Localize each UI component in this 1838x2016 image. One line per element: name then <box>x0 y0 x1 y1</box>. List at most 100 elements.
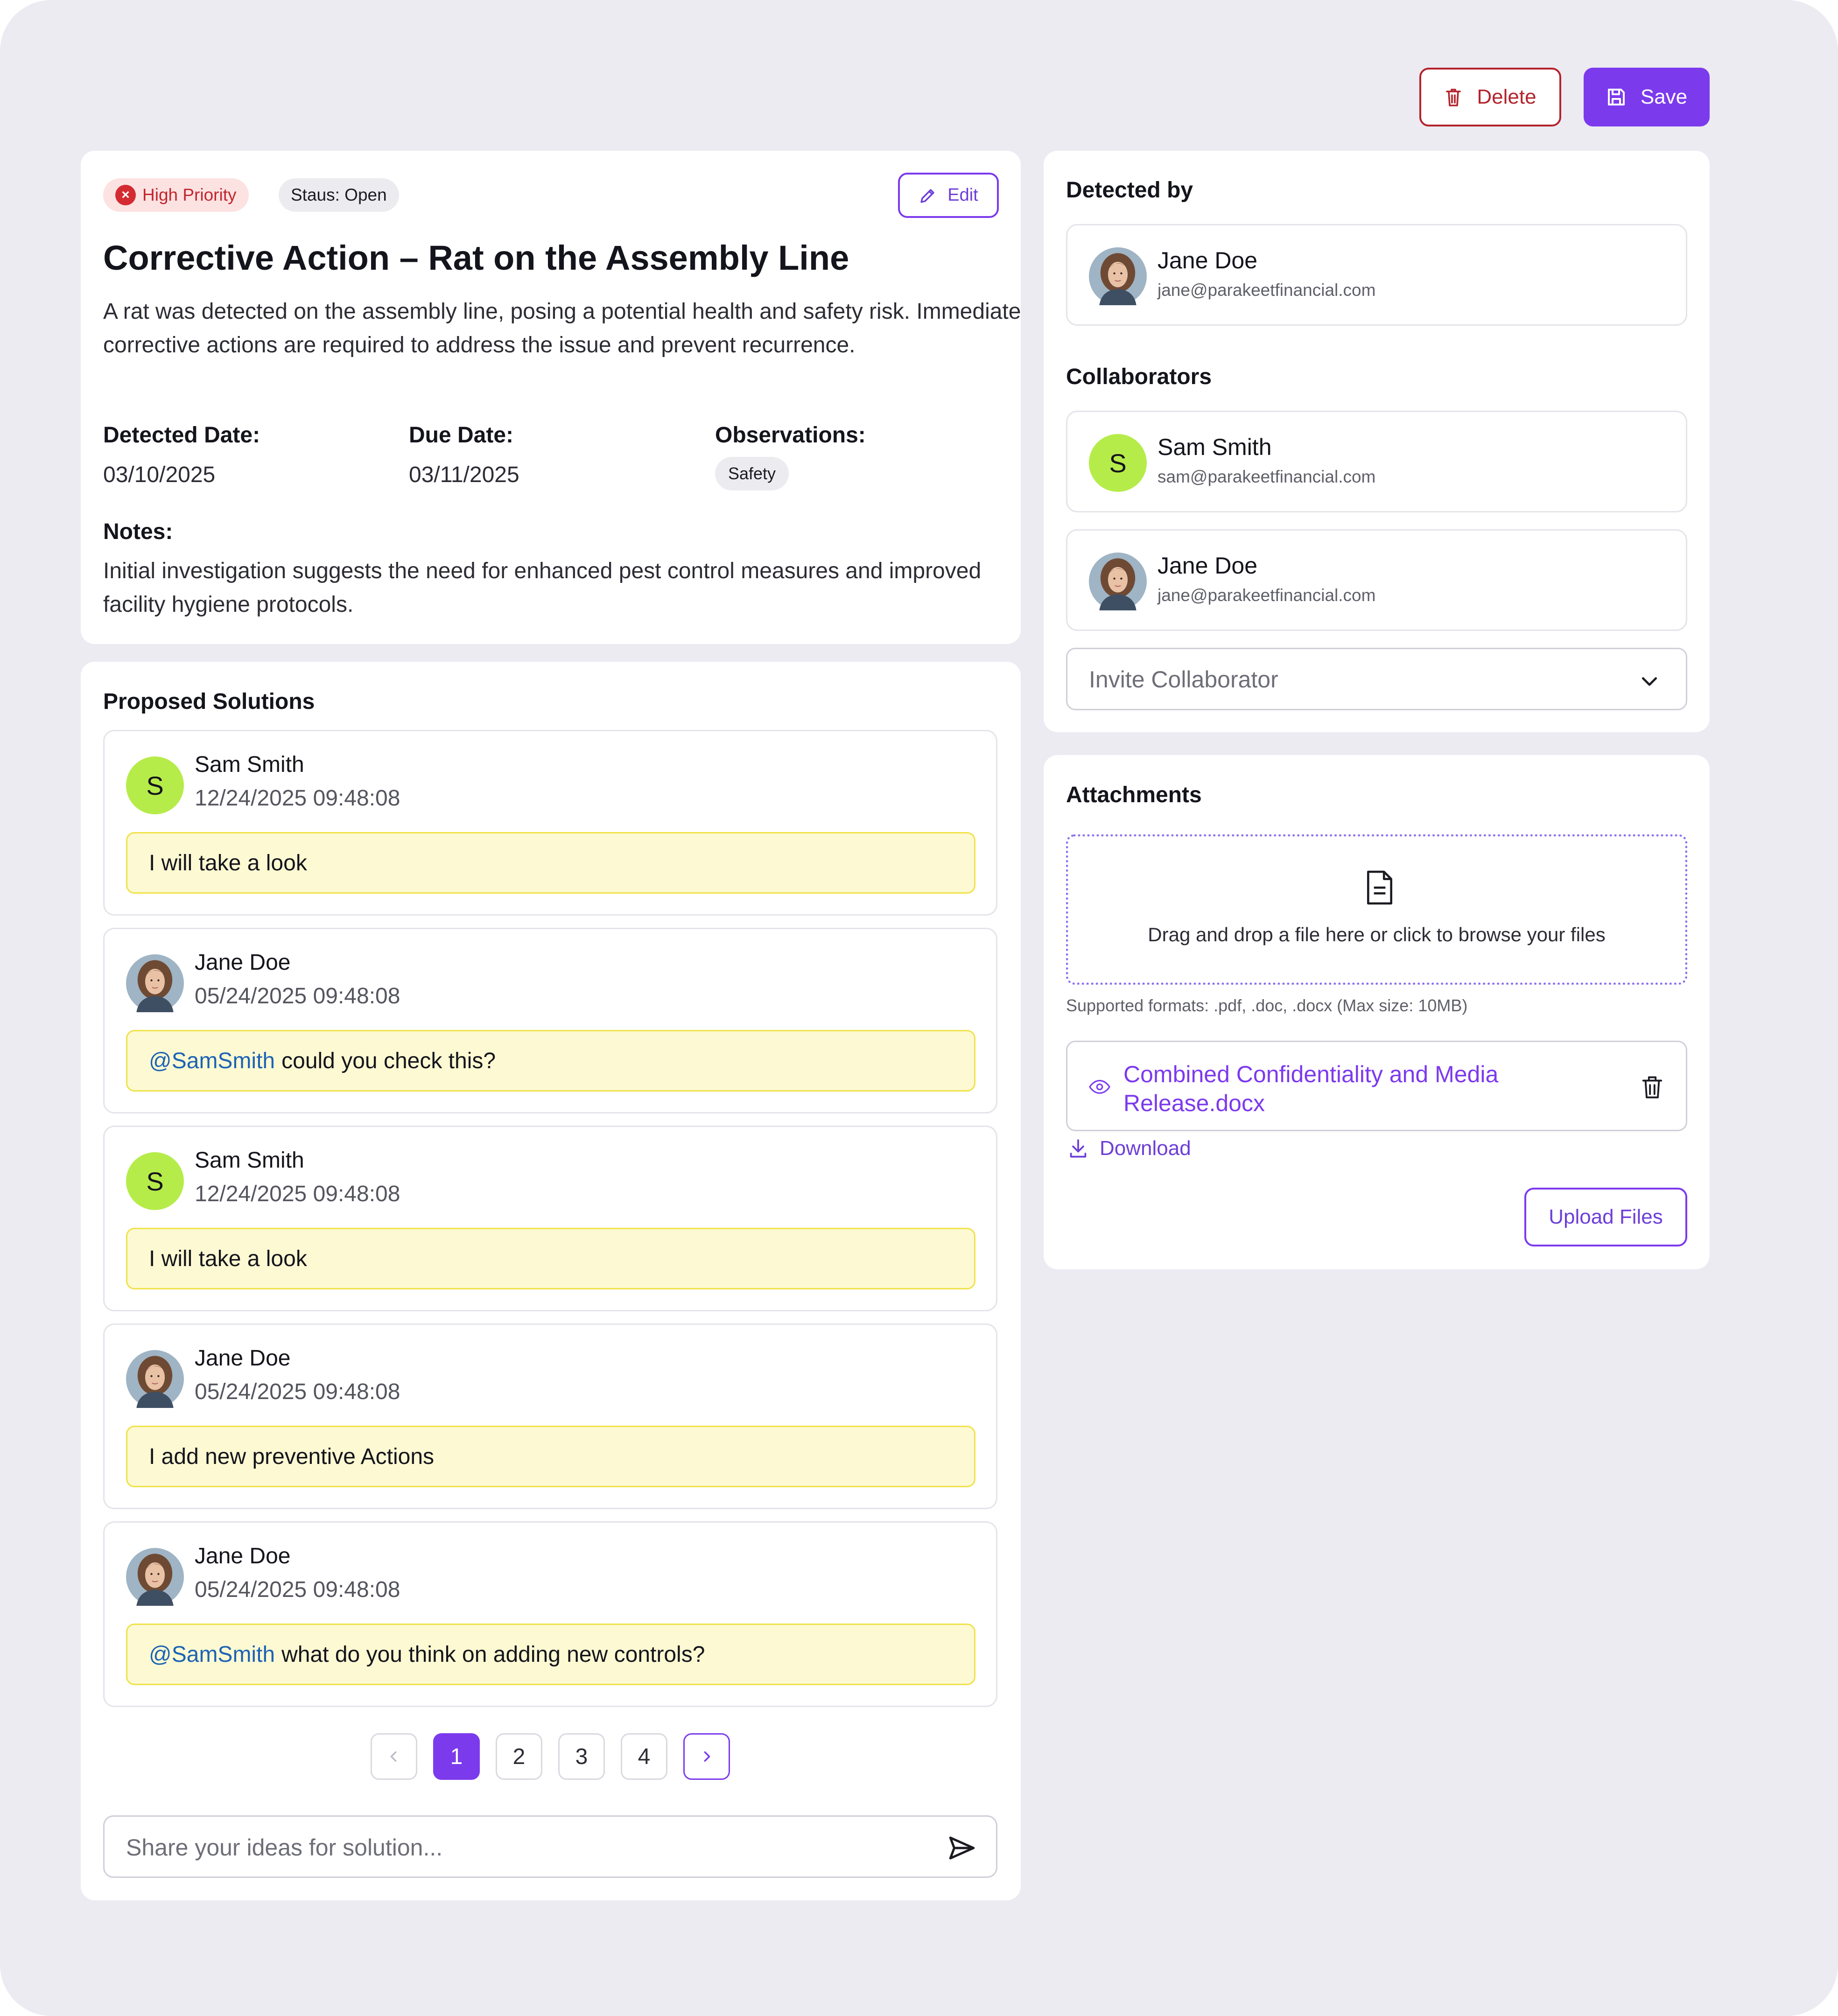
mention-link[interactable]: @SamSmith <box>149 1048 275 1074</box>
avatar: S <box>126 1152 184 1210</box>
comment-bubble: I will take a look <box>126 1228 975 1289</box>
avatar: S <box>1089 434 1147 492</box>
comment-text: I will take a look <box>149 1246 307 1271</box>
download-label: Download <box>1100 1137 1191 1160</box>
upload-files-label: Upload Files <box>1549 1205 1663 1228</box>
next-page-button[interactable] <box>683 1733 730 1780</box>
chevron-down-icon <box>1642 677 1657 686</box>
save-button[interactable]: Save <box>1584 68 1710 126</box>
due-date-label: Due Date: <box>409 423 514 448</box>
detected-date-value: 03/10/2025 <box>103 462 216 487</box>
page-button-3[interactable]: 3 <box>558 1733 605 1780</box>
comment-bubble: I add new preventive Actions <box>126 1426 975 1487</box>
error-circle-icon: × <box>115 185 136 205</box>
list-item: Jane Doe 05/24/2025 09:48:08 I add new p… <box>103 1323 997 1509</box>
avatar <box>126 1548 184 1606</box>
file-dropzone[interactable]: Drag and drop a file here or click to br… <box>1066 834 1687 985</box>
observation-tag: Safety <box>715 457 789 490</box>
page-title: Corrective Action – Rat on the Assembly … <box>103 238 849 277</box>
comment-author: Sam Smith <box>195 752 304 777</box>
comment-author: Jane Doe <box>195 1544 291 1568</box>
delete-button[interactable]: Delete <box>1419 68 1561 126</box>
upload-files-button[interactable]: Upload Files <box>1524 1188 1687 1246</box>
collaborator-item: S Sam Smith sam@parakeetfinancial.com <box>1066 411 1687 512</box>
person-name: Jane Doe <box>1158 247 1258 273</box>
download-icon <box>1070 1139 1087 1158</box>
due-date-value: 03/11/2025 <box>409 462 519 487</box>
avatar <box>1089 553 1147 610</box>
save-button-label: Save <box>1640 85 1688 108</box>
comment-bubble: @SamSmith what do you think on adding ne… <box>126 1624 975 1685</box>
comment-text: I add new preventive Actions <box>149 1444 435 1469</box>
collaborator-item: Jane Doe jane@parakeetfinancial.com <box>1066 529 1687 631</box>
mention-link[interactable]: @SamSmith <box>149 1642 275 1667</box>
person-email: sam@parakeetfinancial.com <box>1158 467 1376 486</box>
comment-timestamp: 12/24/2025 09:48:08 <box>195 786 400 811</box>
proposed-solutions-title: Proposed Solutions <box>103 689 315 714</box>
delete-button-label: Delete <box>1477 85 1536 108</box>
attachment-file-name[interactable]: Combined Confidentiality and Media Relea… <box>1123 1060 1543 1118</box>
action-description: A rat was detected on the assembly line,… <box>103 299 1021 357</box>
save-icon <box>1607 89 1625 105</box>
person-email: jane@parakeetfinancial.com <box>1158 586 1376 605</box>
chevron-left-icon <box>390 1751 397 1762</box>
prev-page-button[interactable] <box>371 1733 417 1780</box>
comment-text: I will take a look <box>149 850 307 875</box>
comment-author: Jane Doe <box>195 950 291 975</box>
collaborators-title: Collaborators <box>1066 364 1212 389</box>
comment-timestamp: 12/24/2025 09:48:08 <box>195 1182 400 1206</box>
person-email: jane@parakeetfinancial.com <box>1158 280 1376 300</box>
invite-collaborator-select[interactable]: Invite Collaborator <box>1066 648 1687 710</box>
trash-icon[interactable] <box>1641 1075 1663 1100</box>
solution-input[interactable] <box>126 1829 919 1866</box>
detected-by-title: Detected by <box>1066 178 1193 203</box>
detected-date-label: Detected Date: <box>103 423 260 448</box>
priority-badge: × High Priority <box>103 178 249 212</box>
comment-text: what do you think on adding new controls… <box>281 1642 705 1667</box>
list-item: Jane Doe 05/24/2025 09:48:08 @SamSmith c… <box>103 928 997 1113</box>
list-item: Jane Doe 05/24/2025 09:48:08 @SamSmith w… <box>103 1521 997 1707</box>
page-background: Delete Save × High Priority Staus: Open … <box>0 0 1838 2016</box>
person-name: Jane Doe <box>1158 553 1258 579</box>
trash-icon <box>1446 89 1461 106</box>
avatar <box>126 954 184 1012</box>
edit-button-label: Edit <box>947 185 978 205</box>
status-badge: Staus: Open <box>279 178 399 212</box>
detected-by-person: Jane Doe jane@parakeetfinancial.com <box>1066 224 1687 326</box>
document-icon <box>1367 870 1392 905</box>
edit-button[interactable]: Edit <box>898 173 999 218</box>
attachment-item: Combined Confidentiality and Media Relea… <box>1066 1041 1687 1131</box>
invite-collaborator-placeholder: Invite Collaborator <box>1089 666 1278 693</box>
page-button-4[interactable]: 4 <box>621 1733 667 1780</box>
pencil-icon <box>920 189 934 203</box>
solution-composer <box>103 1815 997 1878</box>
send-icon[interactable] <box>947 1833 977 1863</box>
priority-label: High Priority <box>142 185 237 204</box>
observations-label: Observations: <box>715 423 866 448</box>
comment-timestamp: 05/24/2025 09:48:08 <box>195 1577 400 1602</box>
notes-text: Initial investigation suggests the need … <box>103 559 982 617</box>
supported-formats-note: Supported formats: .pdf, .doc, .docx (Ma… <box>1066 996 1468 1015</box>
attachments-title: Attachments <box>1066 783 1202 807</box>
status-label: Staus: Open <box>291 185 387 204</box>
notes-label: Notes: <box>103 519 173 544</box>
comment-timestamp: 05/24/2025 09:48:08 <box>195 1379 400 1404</box>
page-button-1[interactable]: 1 <box>433 1733 480 1780</box>
comment-bubble: @SamSmith could you check this? <box>126 1030 975 1092</box>
person-name: Sam Smith <box>1158 434 1272 460</box>
avatar: S <box>126 756 184 814</box>
comment-author: Sam Smith <box>195 1148 304 1173</box>
chevron-right-icon <box>704 1751 710 1762</box>
comment-text: could you check this? <box>281 1048 496 1073</box>
comment-author: Jane Doe <box>195 1346 291 1371</box>
comment-timestamp: 05/24/2025 09:48:08 <box>195 984 400 1008</box>
list-item: S Sam Smith 12/24/2025 09:48:08 I will t… <box>103 1126 997 1311</box>
download-link[interactable]: Download <box>1068 1137 1191 1160</box>
avatar <box>126 1350 184 1408</box>
list-item: S Sam Smith 12/24/2025 09:48:08 I will t… <box>103 730 997 916</box>
page-button-2[interactable]: 2 <box>496 1733 542 1780</box>
pagination: 1 2 3 4 <box>371 1733 730 1780</box>
avatar <box>1089 247 1147 305</box>
eye-icon[interactable] <box>1089 1078 1110 1096</box>
dropzone-text: Drag and drop a file here or click to br… <box>1148 924 1606 945</box>
